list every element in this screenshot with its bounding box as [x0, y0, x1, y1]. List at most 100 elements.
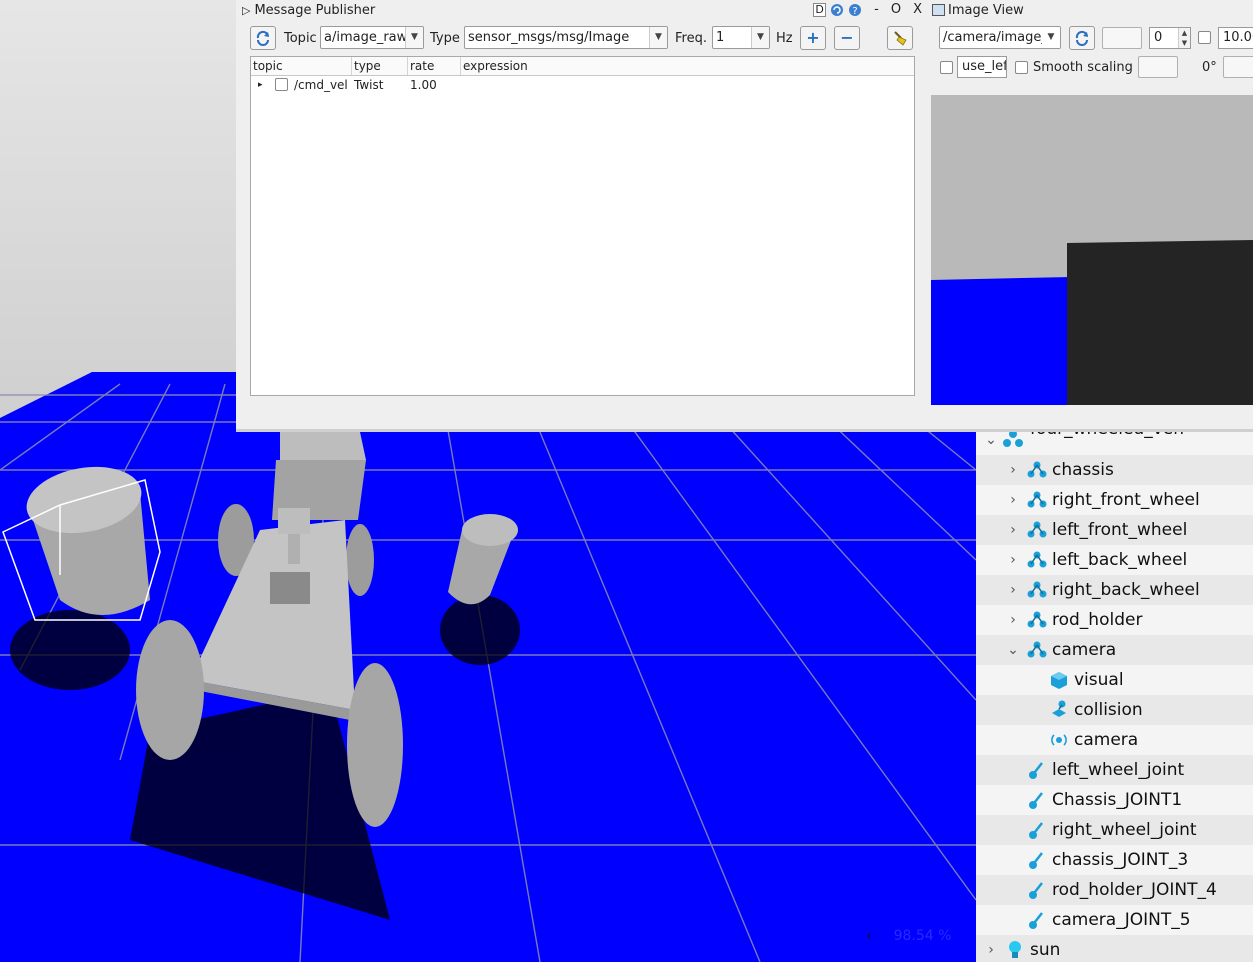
rotate-button[interactable] [1138, 56, 1178, 78]
tree-item-label: camera_JOINT_5 [1052, 910, 1191, 930]
minus-icon: − [840, 28, 854, 47]
row-topic: /cmd_vel [294, 78, 348, 92]
tree-item[interactable]: collision [976, 695, 1253, 725]
collapse-arrow-icon[interactable]: ‹ [866, 928, 872, 944]
type-combobox[interactable]: sensor_msgs/msg/Image ▼ [464, 26, 668, 49]
add-publisher-button[interactable]: + [800, 26, 826, 50]
light-icon [1009, 941, 1021, 958]
chevron-right-icon[interactable]: › [1006, 552, 1020, 568]
chevron-right-icon[interactable]: › [984, 942, 998, 958]
broom-icon [894, 31, 907, 46]
camera-image[interactable] [931, 95, 1253, 405]
realtime-factor-value: 98.54 % [893, 928, 952, 944]
tree-item[interactable]: › chassis [976, 455, 1253, 485]
tree-item[interactable]: right_wheel_joint [976, 815, 1253, 845]
visual-icon [1051, 672, 1067, 689]
chevron-right-icon[interactable]: › [1006, 582, 1020, 598]
mouse-publish-checkbox[interactable] [940, 61, 953, 74]
image-view-panel: /camera/image_ ▼ 0 ▲▼ 10.00 use_left Smo… [930, 20, 1253, 432]
chevron-right-icon[interactable]: › [1006, 492, 1020, 508]
reload-icon[interactable] [830, 3, 844, 17]
window-icon [932, 4, 945, 16]
image-view-titlebar[interactable]: Image View [930, 0, 1253, 20]
tree-item[interactable]: camera_JOINT_5 [976, 905, 1253, 935]
link-icon [1027, 581, 1047, 598]
expand-row-icon[interactable]: ▸ [258, 77, 263, 93]
tree-item-label: right_front_wheel [1052, 490, 1200, 510]
box-model[interactable] [272, 432, 366, 520]
chevron-right-icon[interactable]: › [1006, 612, 1020, 628]
column-header-type[interactable]: type [352, 57, 408, 75]
tree-item[interactable]: camera [976, 725, 1253, 755]
tree-item[interactable]: visual [976, 665, 1253, 695]
column-header-expression[interactable]: expression [461, 57, 914, 75]
refresh-icon [256, 30, 269, 46]
tree-item-label: right_back_wheel [1052, 580, 1200, 600]
row-rate[interactable]: 1.00 [410, 77, 437, 93]
tree-item[interactable]: left_wheel_joint [976, 755, 1253, 785]
help-icon[interactable]: ? [848, 3, 862, 17]
row-type: Twist [354, 78, 384, 92]
rotate-right-button[interactable] [1223, 56, 1253, 78]
chevron-down-icon[interactable]: ▼ [405, 27, 423, 48]
tree-item[interactable]: › right_front_wheel [976, 485, 1253, 515]
tree-item-label: left_front_wheel [1052, 520, 1188, 540]
chevron-right-icon[interactable]: › [1006, 462, 1020, 478]
close-button[interactable]: X [913, 2, 922, 17]
chevron-down-icon[interactable]: ▼ [649, 27, 667, 48]
tree-item-label: collision [1074, 700, 1143, 720]
chevron-down-icon[interactable]: ⌄ [984, 432, 998, 448]
type-label: Type [430, 31, 460, 46]
tree-item[interactable]: Chassis_JOINT1 [976, 785, 1253, 815]
float-button[interactable]: O [891, 2, 901, 17]
image-topic-combobox[interactable]: /camera/image_ ▼ [939, 26, 1061, 49]
remove-publisher-button[interactable]: − [834, 26, 860, 50]
chevron-down-icon[interactable]: ⌄ [1006, 642, 1020, 658]
joint-icon [1029, 912, 1043, 929]
topic-combobox[interactable]: a/image_raw ▼ [320, 26, 424, 49]
tree-item-label: sun [1030, 940, 1061, 960]
chevron-right-icon[interactable]: › [1006, 522, 1020, 538]
expand-triangle-icon[interactable]: ▷ [242, 4, 250, 17]
clear-button[interactable] [887, 26, 913, 50]
link-icon [1027, 641, 1047, 658]
tree-item[interactable]: › left_back_wheel [976, 545, 1253, 575]
dynamic-range-checkbox[interactable] [1198, 31, 1211, 44]
tree-item[interactable]: chassis_JOINT_3 [976, 845, 1253, 875]
chevron-down-icon[interactable]: ▼ [1042, 27, 1060, 48]
publisher-titlebar[interactable]: ▷ Message Publisher D ? - O X [236, 0, 930, 20]
entity-tree: ⌄ four_wheeled_veh › chassis › right_front_… [976, 425, 1253, 962]
enable-checkbox[interactable] [275, 78, 288, 91]
link-icon [1027, 521, 1047, 538]
tree-item[interactable]: › left_front_wheel [976, 515, 1253, 545]
message-publisher-panel: Topic a/image_raw ▼ Type sensor_msgs/msg… [236, 20, 930, 432]
tree-item[interactable]: › sun [976, 935, 1253, 962]
zoom-button[interactable] [1102, 27, 1142, 49]
tree-item[interactable]: rod_holder_JOINT_4 [976, 875, 1253, 905]
freq-combobox[interactable]: 1 ▼ [712, 26, 770, 49]
mouse-left-field[interactable]: use_left [957, 56, 1007, 78]
publisher-title: Message Publisher [254, 2, 376, 18]
column-header-topic[interactable]: topic [251, 57, 352, 75]
max-value-field[interactable]: 10.00 [1218, 27, 1253, 49]
link-icon [1027, 491, 1047, 508]
refresh-image-topics-button[interactable] [1069, 26, 1095, 50]
tree-item[interactable]: ⌄ camera [976, 635, 1253, 665]
tree-item[interactable]: › right_back_wheel [976, 575, 1253, 605]
spin-arrows-icon[interactable]: ▲ ▼ [1178, 28, 1190, 48]
smooth-scaling-label: Smooth scaling [1033, 60, 1133, 75]
collision-icon [1052, 700, 1066, 717]
tree-item[interactable]: › rod_holder [976, 605, 1253, 635]
minimize-button[interactable]: - [874, 2, 879, 17]
value-spinbox[interactable]: 0 ▲ ▼ [1149, 27, 1191, 49]
dock-button[interactable]: D [813, 2, 827, 17]
refresh-topics-button[interactable] [250, 26, 276, 50]
chevron-down-icon[interactable]: ▼ [751, 27, 769, 48]
smooth-scaling-checkbox[interactable] [1015, 61, 1028, 74]
spin-value: 0 [1154, 30, 1163, 45]
tree-item-label: right_wheel_joint [1052, 820, 1197, 840]
column-header-rate[interactable]: rate [408, 57, 461, 75]
freq-value: 1 [716, 30, 725, 45]
topic-label: Topic [284, 31, 317, 46]
link-icon [1027, 461, 1047, 478]
